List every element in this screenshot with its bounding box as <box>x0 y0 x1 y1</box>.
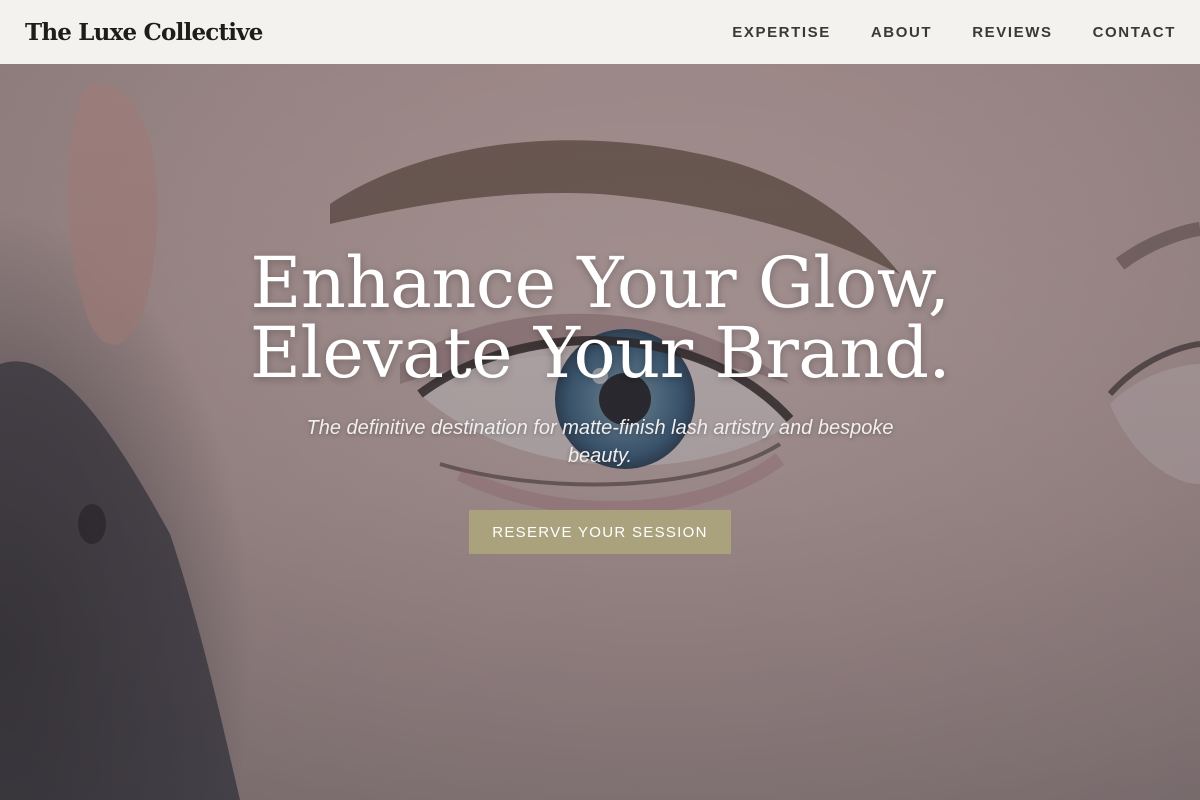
site-header: The Luxe Collective EXPERTISE ABOUT REVI… <box>0 0 1200 64</box>
hero-content: Enhance Your Glow, Elevate Your Brand. T… <box>0 64 1200 800</box>
nav-link-expertise[interactable]: EXPERTISE <box>732 24 831 41</box>
nav-link-contact[interactable]: CONTACT <box>1093 24 1176 41</box>
hero-headline-line-1: Enhance Your Glow, <box>250 242 950 324</box>
hero-subtitle: The definitive destination for matte-fin… <box>306 417 894 467</box>
hero-headline: Enhance Your Glow, Elevate Your Brand. <box>0 248 1200 388</box>
main-nav: EXPERTISE ABOUT REVIEWS CONTACT <box>732 24 1176 41</box>
brand-logo[interactable]: The Luxe Collective <box>25 19 263 46</box>
nav-link-reviews[interactable]: REVIEWS <box>972 24 1052 41</box>
hero-headline-line-2: Elevate Your Brand. <box>249 312 951 394</box>
reserve-session-button[interactable]: RESERVE YOUR SESSION <box>469 510 731 554</box>
nav-link-about[interactable]: ABOUT <box>871 24 932 41</box>
